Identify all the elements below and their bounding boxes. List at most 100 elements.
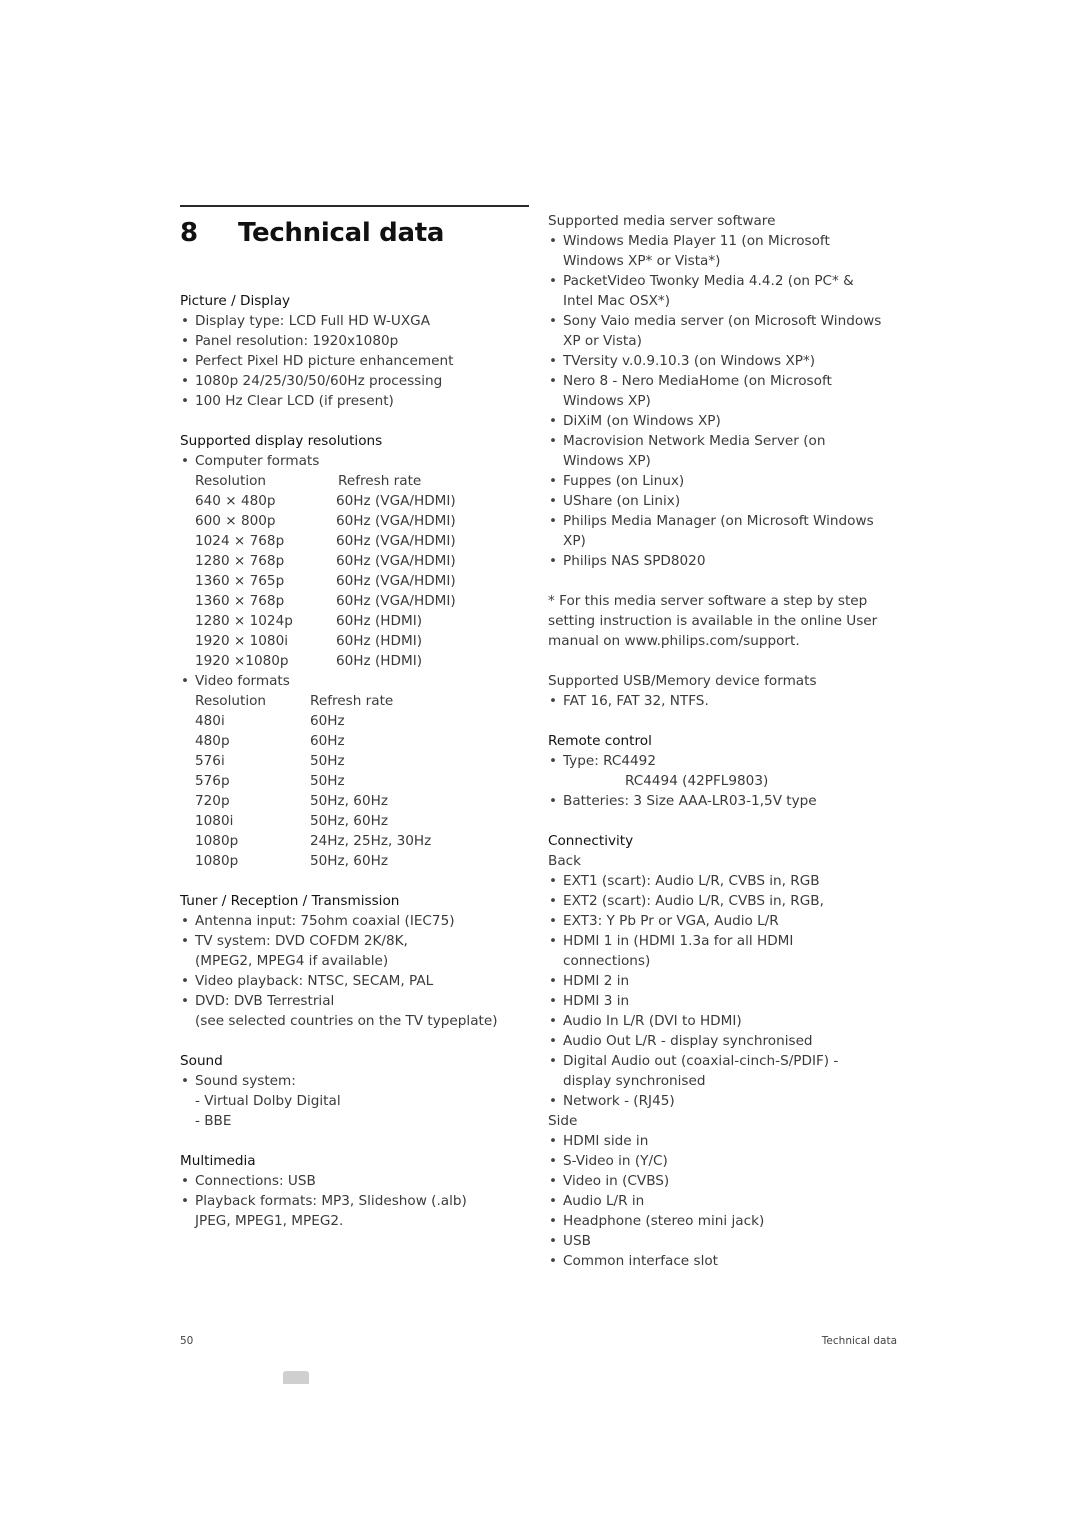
bullet-icon: •: [549, 373, 558, 389]
section-heading: Picture / Display: [180, 293, 291, 309]
bullet-icon: •: [549, 993, 558, 1009]
list-item: • HDMI side in: [549, 1133, 649, 1149]
bullet-icon: •: [549, 753, 558, 769]
picture-list: • Display type: LCD Full HD W-UXGA • Panel…: [180, 311, 520, 411]
bullet-icon: •: [549, 873, 558, 889]
section-heading: Sound: [180, 1053, 223, 1069]
subheading-side: Side: [548, 1113, 578, 1129]
list-item: • Fuppes (on Linux): [549, 473, 685, 489]
bullet-icon: •: [549, 433, 558, 449]
list-item: • Common interface slot: [549, 1253, 719, 1269]
table-row: 720p 50Hz, 60Hz: [195, 793, 388, 809]
section-usb-formats: Supported USB/Memory device formats • FAT…: [548, 671, 898, 711]
table-row: 480i 60Hz: [195, 713, 345, 729]
section-heading: Supported display resolutions: [180, 433, 383, 449]
list-item: • Nero 8 - Nero MediaHome (on Microsoft Wi…: [549, 373, 832, 409]
right-column: Supported media server software • Windows…: [548, 211, 898, 1271]
section-multimedia: Multimedia • Connections: USB • Playback f…: [180, 1151, 520, 1231]
section-remote-control: Remote control • Type: RC4492 RC4494 (42PF…: [548, 731, 898, 811]
bullet-icon: •: [181, 453, 190, 469]
table-row: 1280 × 768p 60Hz (VGA/HDMI): [195, 553, 456, 569]
list-item: • Audio L/R in: [549, 1193, 645, 1209]
list-item: • Connections: USB: [181, 1173, 316, 1189]
list-item: • Philips NAS SPD8020: [549, 553, 706, 569]
bullet-icon: •: [181, 353, 190, 369]
list-item: • S-Video in (Y/C): [549, 1153, 668, 1169]
list-item: • DVD: DVB Terrestrial (see selected count…: [181, 993, 498, 1029]
list-item: • Computer formats: [181, 453, 320, 469]
list-item: • PacketVideo Twonky Media 4.4.2 (on PC* …: [549, 273, 854, 309]
bullet-icon: •: [181, 973, 190, 989]
bullet-icon: •: [549, 793, 558, 809]
bullet-icon: •: [549, 473, 558, 489]
bullet-icon: •: [181, 913, 190, 929]
table-row: 576p 50Hz: [195, 773, 345, 789]
bullet-icon: •: [549, 1033, 558, 1049]
list-item: • Video playback: NTSC, SECAM, PAL: [181, 973, 434, 989]
table-row: 640 × 480p 60Hz (VGA/HDMI): [195, 493, 456, 509]
bullet-icon: •: [181, 1173, 190, 1189]
bullet-icon: •: [181, 1193, 190, 1209]
list-item: • Antenna input: 75ohm coaxial (IEC75): [181, 913, 455, 929]
table-row: 1080p 50Hz, 60Hz: [195, 853, 388, 869]
bullet-icon: •: [549, 313, 558, 329]
list-item: • Audio In L/R (DVI to HDMI): [549, 1013, 742, 1029]
chapter-name: Technical data: [238, 218, 445, 248]
bullet-icon: •: [549, 1253, 558, 1269]
table-row: 1280 × 1024p 60Hz (HDMI): [195, 613, 423, 629]
bullet-icon: •: [549, 353, 558, 369]
bullet-icon: •: [181, 313, 190, 329]
section-heading: Multimedia: [180, 1153, 256, 1169]
list-item: • TVersity v.0.9.10.3 (on Windows XP*): [549, 353, 816, 369]
page-number: 50: [180, 1335, 194, 1347]
table-row: 1360 × 765p 60Hz (VGA/HDMI): [195, 573, 456, 589]
list-item: • USB: [549, 1233, 591, 1249]
section-heading: Tuner / Reception / Transmission: [180, 893, 400, 909]
table-row: 600 × 800p 60Hz (VGA/HDMI): [195, 513, 456, 529]
section-heading: Supported USB/Memory device formats: [548, 673, 817, 689]
bullet-icon: •: [549, 1093, 558, 1109]
bullet-icon: •: [549, 493, 558, 509]
list-item: • Sound system: - Virtual Dolby Digital - B…: [181, 1073, 341, 1129]
section-media-server: Supported media server software • Windows…: [548, 211, 898, 571]
list-item: • HDMI 2 in: [549, 973, 630, 989]
computer-formats-table: Resolution Refresh rate 640 × 480p 60Hz (V…: [180, 471, 520, 671]
list-item: • Playback formats: MP3, Slideshow (.alb)…: [181, 1193, 467, 1229]
table-row: 1080i 50Hz, 60Hz: [195, 813, 388, 829]
list-item: • Batteries: 3 Size AAA-LR03-1,5V type: [549, 793, 817, 809]
bullet-icon: •: [549, 973, 558, 989]
page-tab-marker: [283, 1371, 309, 1384]
bullet-icon: •: [549, 1173, 558, 1189]
list-item: • UShare (on Linix): [549, 493, 681, 509]
bullet-icon: •: [549, 933, 558, 949]
bullet-icon: •: [181, 673, 190, 689]
list-item: • Video in (CVBS): [549, 1173, 670, 1189]
video-formats-table: Resolution Refresh rate 480i 60Hz 480p 60Hz…: [180, 691, 520, 871]
list-item: • FAT 16, FAT 32, NTFS.: [549, 693, 709, 709]
section-heading: Connectivity: [548, 833, 634, 849]
bullet-icon: •: [181, 373, 190, 389]
table-row: 1080p 24Hz, 25Hz, 30Hz: [195, 833, 432, 849]
manual-page: 8 Technical data Picture / Display • Displ…: [0, 0, 1080, 1528]
list-item: • EXT1 (scart): Audio L/R, CVBS in, RGB: [549, 873, 820, 889]
list-item: • Type: RC4492 RC4494 (42PFL9803): [549, 753, 769, 789]
list-item: • Audio Out L/R - display synchronised: [549, 1033, 813, 1049]
list-item: • Macrovision Network Media Server (on Win…: [549, 433, 826, 469]
bullet-icon: •: [549, 913, 558, 929]
list-item: • EXT3: Y Pb Pr or VGA, Audio L/R: [549, 913, 779, 929]
bullet-icon: •: [181, 333, 190, 349]
list-item: • HDMI 3 in: [549, 993, 630, 1009]
section-connectivity: Connectivity Back • EXT1 (scart): Audio L…: [548, 831, 898, 1271]
bullet-icon: •: [549, 1013, 558, 1029]
bullet-icon: •: [549, 413, 558, 429]
bullet-icon: •: [181, 1073, 190, 1089]
chapter-number: 8: [180, 218, 198, 248]
table-row: 576i 50Hz: [195, 753, 345, 769]
list-item: • Headphone (stereo mini jack): [549, 1213, 765, 1229]
bullet-icon: •: [549, 233, 558, 249]
table-header: Resolution Refresh rate: [195, 473, 422, 489]
table-row: 1920 ×1080p 60Hz (HDMI): [195, 653, 423, 669]
list-item: • 100 Hz Clear LCD (if present): [181, 393, 394, 409]
subheading-back: Back: [548, 853, 582, 869]
support-link-text: manual on www.philips.com/support.: [548, 633, 800, 649]
